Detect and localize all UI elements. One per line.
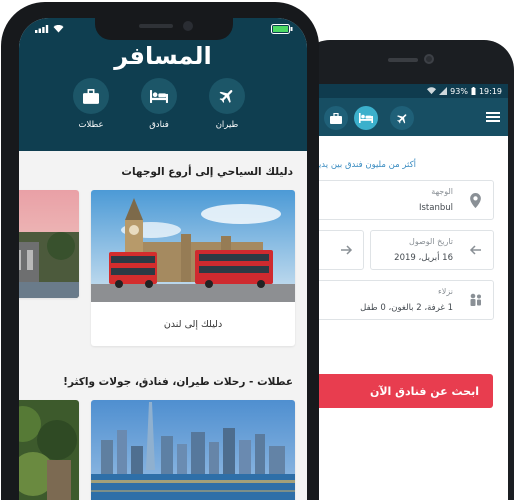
brand-logo: المسافر (114, 42, 212, 70)
tab-holidays[interactable] (324, 106, 348, 130)
phone-speaker (139, 24, 173, 28)
signal-icon (35, 25, 49, 33)
destination-label: الوجهة (431, 187, 453, 196)
category-flights-label: طيران (215, 120, 239, 130)
guide-card-secondary[interactable] (19, 190, 79, 298)
top-nav (318, 98, 508, 136)
app-showcase: 93% 19:19 أكثر من مليون فندق بين يديك ال… (0, 0, 516, 500)
status-bar: 93% 19:19 (318, 84, 508, 98)
android-phone: 93% 19:19 أكثر من مليون فندق بين يديك ال… (300, 40, 514, 500)
arrival-label: تاريخ الوصول (409, 237, 453, 246)
destination-field[interactable]: الوجهة Istanbul (318, 180, 494, 220)
arrow-right-icon (341, 245, 353, 255)
guests-field[interactable]: نزلاء 1 غرفة، 2 بالغون، 0 طفل (318, 280, 494, 320)
departure-field[interactable] (318, 230, 364, 270)
london-photo (91, 190, 295, 302)
people-icon (470, 293, 481, 306)
signal-icon (439, 87, 448, 95)
destination-value: Istanbul (418, 203, 453, 213)
phone-speaker (388, 58, 418, 62)
arrival-date-field[interactable]: تاريخ الوصول 16 أبريل، 2019 (370, 230, 494, 270)
hotel-search-screen: 93% 19:19 أكثر من مليون فندق بين يديك ال… (318, 84, 508, 500)
arrival-value: 16 أبريل، 2019 (394, 253, 453, 263)
tab-hotels[interactable] (354, 106, 378, 130)
dubai-photo (91, 400, 295, 500)
search-hotels-button[interactable]: ابحث عن فنادق الآن (318, 374, 493, 408)
temple-photo (19, 190, 79, 298)
category-flights-circle (209, 78, 245, 114)
battery-icon (271, 24, 293, 34)
category-flights[interactable]: طيران (207, 78, 247, 130)
holiday-card-secondary[interactable] (19, 400, 79, 500)
hamburger-menu-icon[interactable] (486, 112, 500, 122)
category-hotels[interactable]: فنادق (139, 78, 179, 130)
clock: 19:19 (478, 86, 502, 96)
tagline: أكثر من مليون فندق بين يديك (318, 160, 416, 170)
category-holidays-circle (73, 78, 109, 114)
phone-notch (95, 18, 233, 40)
guests-value: 1 غرفة، 2 بالغون، 0 طفل (360, 303, 453, 313)
wifi-icon (427, 87, 437, 95)
iphone: المسافر عطلات فنادق طيران دليلك السياحي … (1, 2, 319, 500)
bed-icon (359, 113, 373, 123)
location-pin-icon (470, 193, 481, 208)
guide-card-london[interactable]: دليلك إلى لندن (91, 190, 295, 346)
category-holidays[interactable]: عطلات (71, 78, 111, 130)
phone-camera (183, 21, 193, 31)
arrow-left-icon (469, 245, 481, 255)
category-hotels-circle (141, 78, 177, 114)
phone-camera (424, 54, 434, 64)
tab-flights[interactable] (390, 106, 414, 130)
guide-card-caption: دليلك إلى لندن (163, 318, 223, 330)
category-holidays-label: عطلات (78, 120, 104, 130)
battery-icon (471, 87, 476, 95)
wifi-icon (53, 25, 64, 33)
category-hotels-label: فنادق (149, 120, 169, 130)
battery-level: 93% (450, 86, 468, 96)
section-guide-title: دليلك السياحي إلى أروع الوجهات (121, 166, 293, 178)
greenery-photo (19, 400, 79, 500)
suitcase-icon (330, 112, 342, 124)
plane-icon (219, 90, 233, 103)
plane-icon (396, 113, 406, 123)
holiday-card-dubai[interactable] (91, 400, 295, 500)
guests-label: نزلاء (438, 287, 453, 296)
home-screen: المسافر عطلات فنادق طيران دليلك السياحي … (19, 18, 307, 500)
suitcase-icon (83, 88, 99, 104)
bed-icon (150, 89, 168, 103)
section-holidays-title: عطلات - رحلات طيران، فنادق، جولات واكثر! (63, 376, 293, 388)
